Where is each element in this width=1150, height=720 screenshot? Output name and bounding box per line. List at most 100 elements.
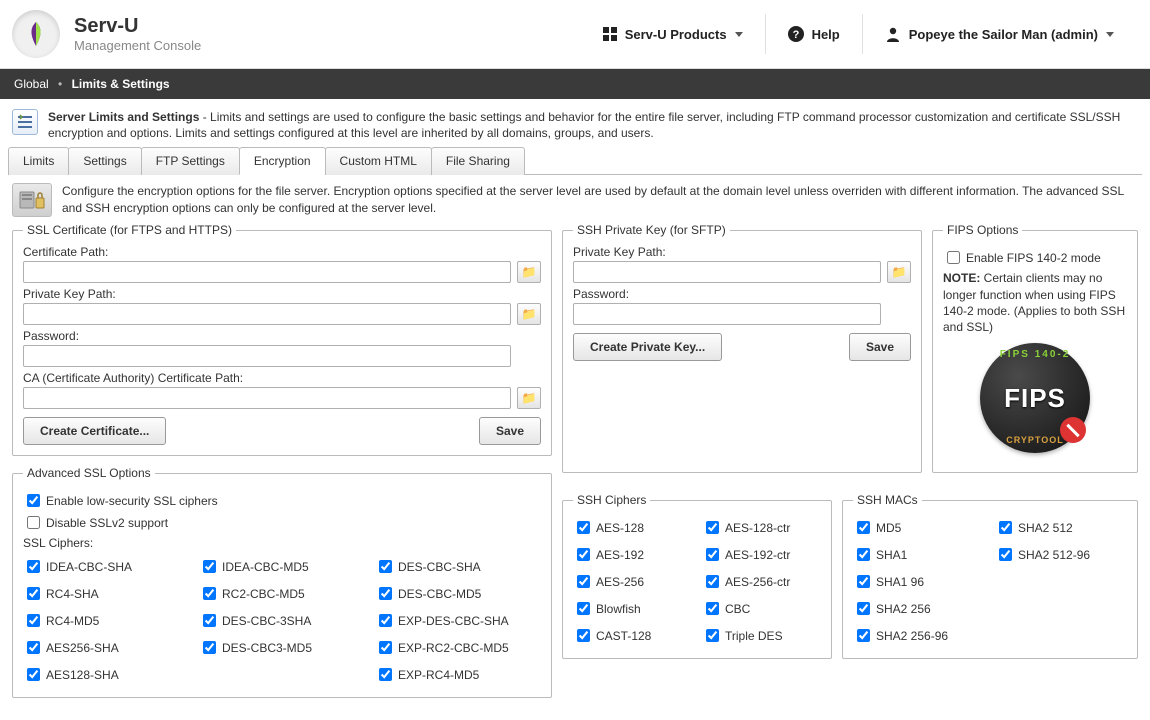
ssl-cipher-exp-rc4-md5[interactable]: EXP-RC4-MD5	[375, 665, 541, 684]
ssl-cipher-label: EXP-RC2-CBC-MD5	[398, 641, 509, 655]
fips-badge-text: FIPS	[1004, 383, 1066, 414]
ssh-mac-sha2-256-96[interactable]: SHA2 256-96	[853, 626, 985, 645]
ssh-cipher-triple-des[interactable]: Triple DES	[702, 626, 821, 645]
ssh-password-input[interactable]	[573, 303, 881, 325]
ssh-mac-label: SHA2 256-96	[876, 629, 948, 643]
priv-key-path-label: Private Key Path:	[23, 287, 541, 301]
ssh-cipher-aes-128[interactable]: AES-128	[573, 518, 692, 537]
ssl-cipher-rc4-md5[interactable]: RC4-MD5	[23, 611, 189, 630]
grid-icon	[603, 27, 617, 41]
ssl-save-button[interactable]: Save	[479, 417, 541, 445]
ca-path-input[interactable]	[23, 387, 511, 409]
ssh-cipher-aes-192-ctr[interactable]: AES-192-ctr	[702, 545, 821, 564]
fips-badge-bottom: CRYPTOOL	[1006, 435, 1064, 445]
ssh-mac-sha1[interactable]: SHA1	[853, 545, 985, 564]
ssh-mac-sha2-512-96[interactable]: SHA2 512-96	[995, 545, 1127, 564]
ssl-cipher-des-cbc-md5[interactable]: DES-CBC-MD5	[375, 584, 541, 603]
ssh-mac-md5[interactable]: MD5	[853, 518, 985, 537]
breadcrumb-root[interactable]: Global	[14, 77, 49, 91]
ssh-cipher-cast-128[interactable]: CAST-128	[573, 626, 692, 645]
ssh-macs-group: SSH MACs MD5SHA2 512SHA1SHA2 512-96SHA1 …	[842, 493, 1138, 659]
tab-limits[interactable]: Limits	[8, 147, 69, 175]
app-logo-icon	[12, 10, 60, 58]
tab-file-sharing[interactable]: File Sharing	[431, 147, 525, 175]
ssh-mac-sha2-512[interactable]: SHA2 512	[995, 518, 1127, 537]
fips-badge-top: FIPS 140-2	[1000, 349, 1071, 360]
ssl-cipher-aes256-sha[interactable]: AES256-SHA	[23, 638, 189, 657]
user-menu[interactable]: Popeye the Sailor Man (admin)	[862, 14, 1136, 54]
section-title: Server Limits and Settings	[48, 110, 199, 124]
section-desc: - Limits and settings are used to config…	[48, 110, 1120, 140]
advanced-ssl-legend: Advanced SSL Options	[23, 466, 155, 480]
ssl-password-label: Password:	[23, 329, 541, 343]
ssh-cipher-blowfish[interactable]: Blowfish	[573, 599, 692, 618]
cert-path-input[interactable]	[23, 261, 511, 283]
panel-description: Configure the encryption options for the…	[12, 183, 1138, 217]
ssl-cipher-rc2-cbc-md5[interactable]: RC2-CBC-MD5	[199, 584, 365, 603]
disable-sslv2-checkbox[interactable]: Disable SSLv2 support	[23, 513, 541, 532]
brand-title: Serv-U	[74, 15, 201, 38]
tab-ftp-settings[interactable]: FTP Settings	[141, 147, 240, 175]
ssh-cipher-label: AES-192-ctr	[725, 548, 790, 562]
ssh-cipher-label: CAST-128	[596, 629, 651, 643]
fips-options-group: FIPS Options Enable FIPS 140-2 mode NOTE…	[932, 223, 1138, 473]
tab-encryption[interactable]: Encryption	[239, 147, 326, 175]
ssh-cipher-aes-192[interactable]: AES-192	[573, 545, 692, 564]
ssl-cipher-rc4-sha[interactable]: RC4-SHA	[23, 584, 189, 603]
ssl-cipher-label: RC4-SHA	[46, 587, 99, 601]
breadcrumb: Global • Limits & Settings	[0, 69, 1150, 99]
ssl-cipher-des-cbc-sha[interactable]: DES-CBC-SHA	[375, 557, 541, 576]
ssl-certificate-legend: SSL Certificate (for FTPS and HTTPS)	[23, 223, 236, 237]
ssh-cipher-aes-128-ctr[interactable]: AES-128-ctr	[702, 518, 821, 537]
browse-ssh-key-button[interactable]: 📁	[887, 261, 911, 283]
enable-low-ciphers-checkbox[interactable]: Enable low-security SSL ciphers	[23, 491, 541, 510]
ssh-mac-sha2-256[interactable]: SHA2 256	[853, 599, 985, 618]
breadcrumb-page: Limits & Settings	[72, 77, 170, 91]
ssl-cipher-label: AES256-SHA	[46, 641, 119, 655]
ssl-password-input[interactable]	[23, 345, 511, 367]
priv-key-path-input[interactable]	[23, 303, 511, 325]
help-link[interactable]: ? Help	[765, 14, 862, 54]
ssh-ciphers-group: SSH Ciphers AES-128AES-128-ctrAES-192AES…	[562, 493, 832, 659]
panel-body: Configure the encryption options for the…	[0, 175, 1150, 720]
brand-block: Serv-U Management Console	[74, 15, 201, 53]
create-certificate-button[interactable]: Create Certificate...	[23, 417, 166, 445]
fips-note: NOTE: Certain clients may no longer func…	[943, 270, 1127, 335]
browse-cert-path-button[interactable]: 📁	[517, 261, 541, 283]
browse-priv-key-button[interactable]: 📁	[517, 303, 541, 325]
ssh-cipher-aes-256-ctr[interactable]: AES-256-ctr	[702, 572, 821, 591]
ssh-save-button[interactable]: Save	[849, 333, 911, 361]
products-menu[interactable]: Serv-U Products	[581, 14, 765, 54]
ssl-cipher-idea-cbc-md5[interactable]: IDEA-CBC-MD5	[199, 557, 365, 576]
ssl-cipher-des-cbc3-md5[interactable]: DES-CBC3-MD5	[199, 638, 365, 657]
ssl-cipher-idea-cbc-sha[interactable]: IDEA-CBC-SHA	[23, 557, 189, 576]
svg-text:?: ?	[792, 29, 799, 41]
ssl-cipher-label: RC4-MD5	[46, 614, 99, 628]
ssh-mac-label: SHA2 256	[876, 602, 931, 616]
tab-custom-html[interactable]: Custom HTML	[325, 147, 432, 175]
ssl-cipher-aes128-sha[interactable]: AES128-SHA	[23, 665, 189, 684]
browse-ca-path-button[interactable]: 📁	[517, 387, 541, 409]
ssl-cipher-label: DES-CBC3-MD5	[222, 641, 312, 655]
ssh-cipher-label: Triple DES	[725, 629, 783, 643]
app-header: Serv-U Management Console Serv-U Product…	[0, 0, 1150, 69]
enable-fips-checkbox[interactable]: Enable FIPS 140-2 mode	[943, 248, 1127, 267]
ssh-password-label: Password:	[573, 287, 911, 301]
ssl-cipher-label: EXP-DES-CBC-SHA	[398, 614, 509, 628]
ssh-priv-key-input[interactable]	[573, 261, 881, 283]
user-label: Popeye the Sailor Man (admin)	[909, 27, 1098, 42]
server-lock-icon	[12, 183, 52, 217]
folder-icon: 📁	[522, 265, 537, 279]
create-private-key-button[interactable]: Create Private Key...	[573, 333, 722, 361]
ssh-cipher-cbc[interactable]: CBC	[702, 599, 821, 618]
ssh-cipher-label: AES-192	[596, 548, 644, 562]
ssl-cipher-label: DES-CBC-3SHA	[222, 614, 311, 628]
disable-sslv2-label: Disable SSLv2 support	[46, 516, 168, 530]
ssh-mac-sha1-96[interactable]: SHA1 96	[853, 572, 985, 591]
ssl-cipher-des-cbc-3sha[interactable]: DES-CBC-3SHA	[199, 611, 365, 630]
ssh-cipher-aes-256[interactable]: AES-256	[573, 572, 692, 591]
ssl-cipher-exp-des-cbc-sha[interactable]: EXP-DES-CBC-SHA	[375, 611, 541, 630]
tab-settings[interactable]: Settings	[68, 147, 141, 175]
ssl-cipher-exp-rc2-cbc-md5[interactable]: EXP-RC2-CBC-MD5	[375, 638, 541, 657]
fips-legend: FIPS Options	[943, 223, 1022, 237]
